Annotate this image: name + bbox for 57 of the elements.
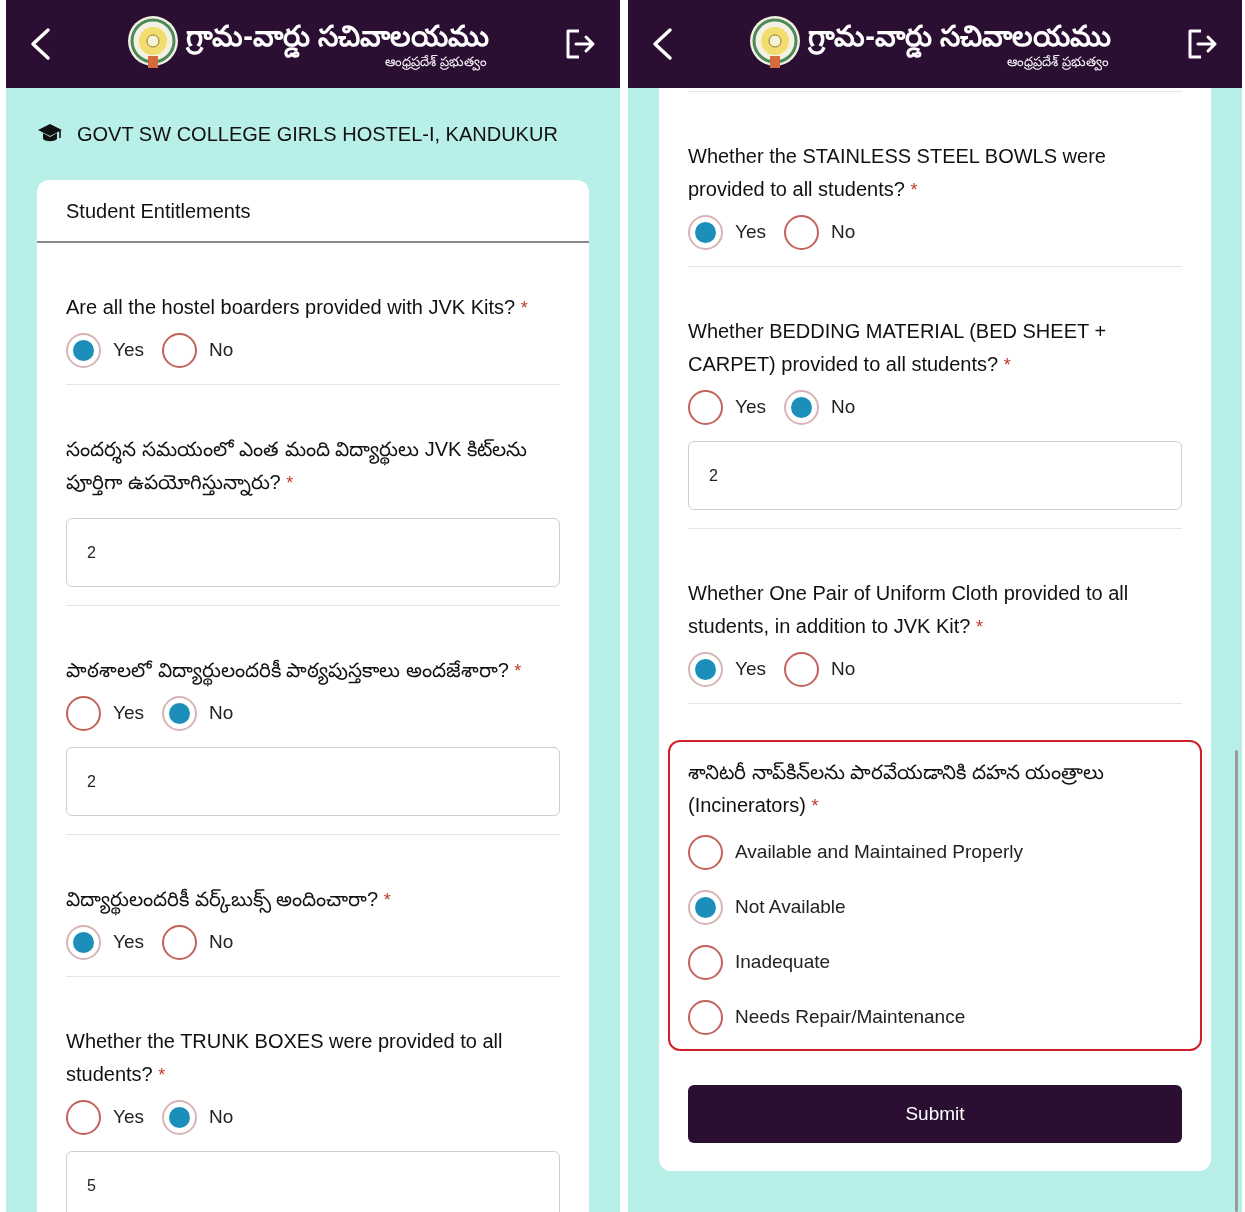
radio-button[interactable] [688, 390, 723, 425]
radio-option[interactable]: Not Available [688, 890, 1182, 925]
answer-field[interactable]: 2 [66, 747, 560, 816]
question-label: విద్యార్థులందరికీ వర్క్‌బుక్స్ అందించారా? * [66, 881, 560, 919]
radio-option[interactable]: Yes [66, 925, 144, 960]
question-label: Whether BEDDING MATERIAL (BED SHEET + CARPET) provided to all students? * [688, 319, 1108, 377]
radio-button[interactable] [162, 333, 197, 368]
question-label: Whether the TRUNK BOXES were provided to all students? * [66, 1029, 504, 1087]
radio-button[interactable] [66, 333, 101, 368]
radio-button[interactable] [162, 925, 197, 960]
radio-button[interactable] [784, 390, 819, 425]
radio-option[interactable]: No [162, 696, 234, 731]
radio-option[interactable]: Yes [688, 652, 766, 687]
radio-option[interactable]: No [784, 652, 856, 687]
app-subtitle: ఆంధ్రప్రదేశ్ ప్రభుత్వం [385, 54, 487, 70]
submit-button[interactable]: Submit [688, 1085, 1182, 1143]
back-icon[interactable] [650, 27, 674, 61]
radio-option[interactable]: No [162, 1100, 234, 1135]
scrollbar[interactable] [1235, 750, 1238, 1212]
radio-option[interactable]: Inadequate [688, 945, 1182, 980]
radio-option[interactable]: No [162, 925, 234, 960]
radio-option[interactable]: Yes [66, 333, 144, 368]
question-label: సందర్శన సమయంలో ఎంత మంది విద్యార్థులు JVK కిట్‌లను పూర్తిగా ఉపయోగిస్తున్నారు? * [66, 431, 560, 502]
radio-option[interactable]: Available and Maintained Properly [688, 835, 1182, 870]
radio-option[interactable]: Yes [66, 1100, 144, 1135]
radio-option[interactable]: Yes [66, 696, 144, 731]
radio-button[interactable] [688, 215, 723, 250]
radio-button[interactable] [688, 652, 723, 687]
question-label: Whether One Pair of Uniform Cloth provided to all students, in addition to JVK Kit? * [688, 581, 1130, 639]
radio-option[interactable]: No [162, 333, 234, 368]
radio-button[interactable] [688, 1000, 723, 1035]
radio-button[interactable] [784, 652, 819, 687]
question-label: పాఠశాలలో విద్యార్థులందరికీ పాఠ్యపుస్తకాలు అందజేశారా? * [66, 652, 560, 690]
question-label: Whether the STAINLESS STEEL BOWLS were provided to all students? * [688, 144, 1107, 202]
radio-option[interactable]: Yes [688, 390, 766, 425]
question-label: శానిటరీ నాప్‌కిన్‌లను పారవేయడానికి దహన యంత్రాలు (Incinerators) * [688, 760, 1106, 818]
radio-button[interactable] [66, 1100, 101, 1135]
question-label: Are all the hostel boarders provided with JVK Kits? * [66, 295, 529, 320]
radio-button[interactable] [688, 890, 723, 925]
hostel-name: GOVT SW COLLEGE GIRLS HOSTEL-I, KANDUKUR [77, 122, 558, 147]
radio-button[interactable] [688, 945, 723, 980]
back-icon[interactable] [28, 27, 52, 61]
answer-field[interactable]: 2 [66, 518, 560, 587]
radio-button[interactable] [784, 215, 819, 250]
radio-option[interactable]: Yes [688, 215, 766, 250]
radio-option[interactable]: No [784, 390, 856, 425]
radio-option[interactable]: No [784, 215, 856, 250]
card-title: Student Entitlements [37, 180, 589, 243]
app-subtitle: ఆంధ్రప్రదేశ్ ప్రభుత్వం [1007, 54, 1109, 70]
answer-field[interactable]: 5 [66, 1151, 560, 1212]
radio-button[interactable] [162, 1100, 197, 1135]
radio-button[interactable] [66, 925, 101, 960]
radio-option[interactable]: Needs Repair/Maintenance [688, 1000, 1182, 1035]
answer-field[interactable]: 2 [688, 441, 1182, 510]
radio-button[interactable] [66, 696, 101, 731]
radio-button[interactable] [688, 835, 723, 870]
radio-button[interactable] [162, 696, 197, 731]
